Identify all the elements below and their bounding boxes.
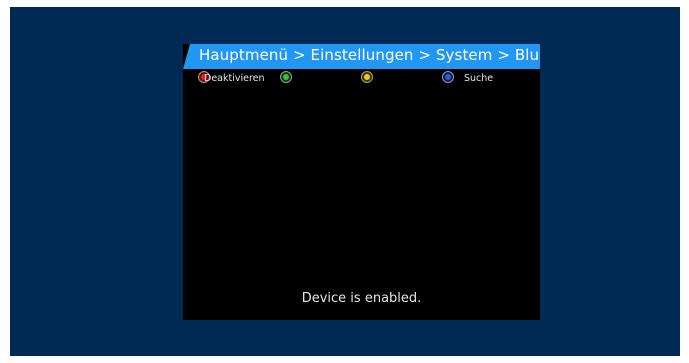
title-bar: Hauptmenü > Einstellungen > System > Blu…: [183, 44, 540, 69]
color-key-bar: Deaktivieren Suche: [183, 69, 540, 89]
blue-key-label: Suche: [464, 73, 494, 84]
bluetooth-settings-window: Hauptmenü > Einstellungen > System > Blu…: [183, 44, 540, 320]
blue-button-icon: [442, 71, 454, 83]
tv-screen: Hauptmenü > Einstellungen > System > Blu…: [10, 7, 680, 356]
green-button-icon: [280, 71, 292, 83]
status-message: Device is enabled.: [301, 291, 422, 306]
red-key-label: Deaktivieren: [204, 73, 265, 84]
breadcrumb-title: Hauptmenü > Einstellungen > System > Blu…: [199, 46, 540, 64]
yellow-button-icon: [361, 71, 373, 83]
